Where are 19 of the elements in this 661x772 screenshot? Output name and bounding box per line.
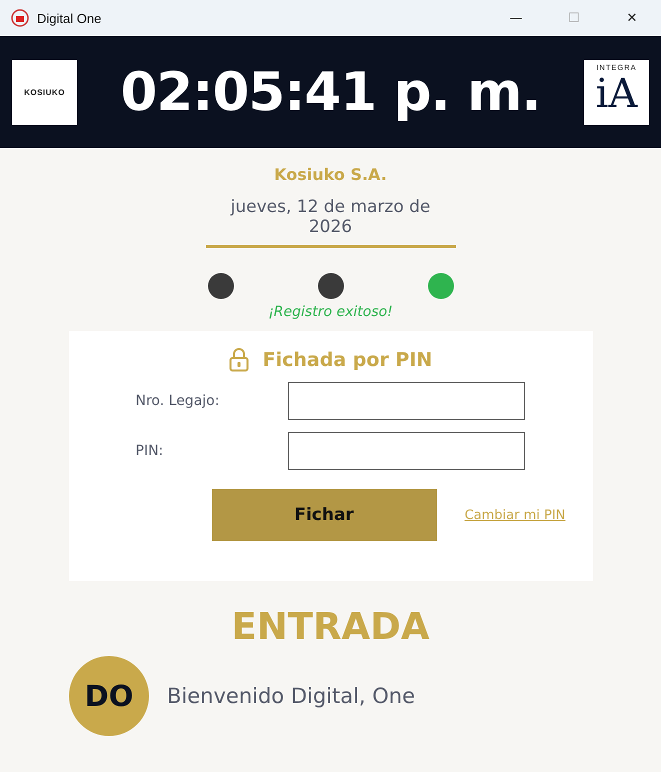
input-field[interactable] bbox=[288, 432, 524, 470]
record-type: ENTRADA bbox=[232, 605, 430, 648]
field-label: Nro. Legajo: bbox=[136, 393, 220, 409]
form-title: Fichada por PIN bbox=[262, 349, 432, 371]
window-title: Digital One bbox=[37, 10, 102, 26]
app-icon bbox=[10, 8, 30, 28]
clock: 02:05:41 p. m. bbox=[120, 62, 540, 122]
company-logo: KOSIUKO bbox=[12, 60, 77, 124]
input-field[interactable] bbox=[288, 382, 524, 420]
minimize-button[interactable]: — bbox=[487, 0, 545, 36]
avatar: DO bbox=[69, 656, 149, 736]
status-message: ¡Registro exitoso! bbox=[268, 304, 393, 320]
company-name: Kosiuko S.A. bbox=[274, 165, 387, 184]
field-label: PIN: bbox=[136, 443, 164, 459]
close-button[interactable]: ✕ bbox=[603, 0, 661, 36]
submit-button[interactable]: Fichar bbox=[212, 489, 437, 541]
lock-icon bbox=[228, 348, 249, 372]
welcome-text: Bienvenido Digital, One bbox=[167, 684, 416, 708]
date-text: jueves, 12 de marzo de 2026 bbox=[206, 197, 456, 248]
